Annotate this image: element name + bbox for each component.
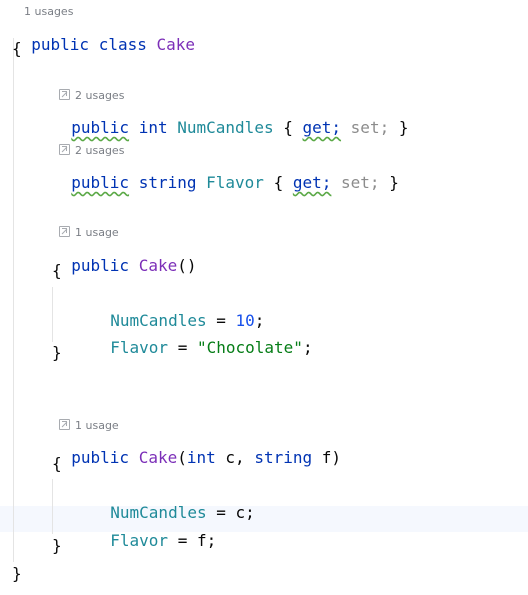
class-brace-close: } xyxy=(12,564,22,583)
ctor2-assign-flavor[interactable]: Flavor = f; xyxy=(91,508,216,550)
indent-guide-ctor1 xyxy=(52,287,53,342)
property-flavor[interactable]: public string Flavor { get; set; } xyxy=(52,150,399,192)
ctor1-assign-num-candles[interactable]: NumCandles = 10; xyxy=(91,288,264,330)
property-name[interactable]: Flavor xyxy=(206,173,264,192)
usage-hint-ctor2[interactable]: 1 usage xyxy=(52,402,119,432)
ctor2-assign-num-candles[interactable]: NumCandles = c; xyxy=(91,480,255,522)
usage-hint-num-candles[interactable]: 2 usages xyxy=(52,72,124,102)
class-name[interactable]: Cake xyxy=(157,35,196,54)
class-declaration[interactable]: public class Cake xyxy=(12,12,195,54)
ctor2-brace-open: { xyxy=(52,454,62,473)
usage-hint-ctor1[interactable]: 1 usage xyxy=(52,209,119,239)
indent-guide-class xyxy=(13,38,14,562)
ctor1-assign-flavor[interactable]: Flavor = "Chocolate"; xyxy=(91,315,312,357)
top-usage-hint[interactable]: 1 usages xyxy=(17,0,73,18)
ctor2-brace-close: } xyxy=(52,536,62,555)
property-name[interactable]: NumCandles xyxy=(177,118,273,137)
ctor1-brace-close: } xyxy=(52,343,62,362)
usage-hint-flavor[interactable]: 2 usages xyxy=(52,127,124,157)
indent-guide-ctor2 xyxy=(52,479,53,534)
class-brace-open: { xyxy=(12,39,22,58)
constructor-name[interactable]: Cake xyxy=(139,256,178,275)
constructor-params[interactable]: public Cake(int c, string f) xyxy=(52,425,341,467)
constructor-default[interactable]: public Cake() xyxy=(52,233,196,275)
property-num-candles[interactable]: public int NumCandles { get; set; } xyxy=(52,95,408,137)
ctor1-brace-open: { xyxy=(52,261,62,280)
current-line-highlight xyxy=(0,506,528,532)
constructor-name[interactable]: Cake xyxy=(139,448,178,467)
